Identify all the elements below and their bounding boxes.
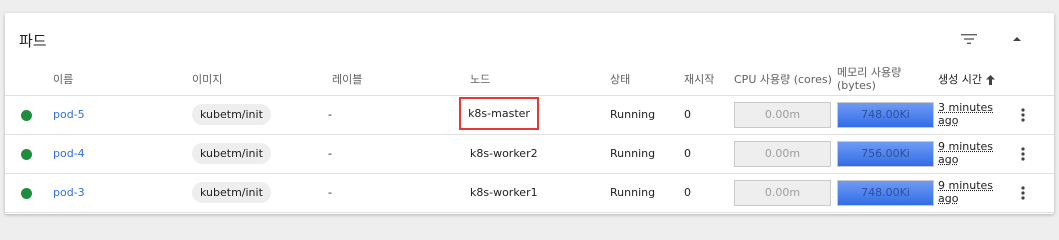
more-vert-icon[interactable]	[1015, 106, 1031, 124]
arrow-up-icon	[985, 74, 995, 85]
col-status: 상태	[610, 73, 631, 86]
col-memory-line2: (bytes)	[837, 79, 876, 92]
cpu-usage-bar: 0.00m	[734, 180, 831, 206]
col-node: 노드	[470, 73, 491, 86]
cpu-usage-bar: 0.00m	[734, 141, 831, 167]
more-vert-icon[interactable]	[1015, 145, 1031, 163]
memory-usage-bar: 748.00Ki	[837, 180, 934, 206]
status-value: Running	[610, 108, 656, 121]
labels-value: -	[328, 186, 332, 199]
pods-card: 파드 이름 이미지 레이블 노드 상태 재시작 CPU 사용량 (cores) …	[5, 13, 1054, 214]
status-value: Running	[610, 147, 656, 160]
age-line2: ago	[938, 192, 959, 205]
memory-usage-bar: 748.00Ki	[837, 102, 934, 128]
col-restarts: 재시작	[684, 73, 715, 86]
node-value: k8s-worker1	[470, 186, 538, 199]
image-chip: kubetm/init	[192, 182, 271, 203]
status-running-icon	[21, 188, 32, 199]
col-memory: 메모리 사용량 (bytes)	[837, 66, 901, 92]
restarts-value: 0	[684, 108, 691, 121]
status-running-icon	[21, 149, 32, 160]
col-memory-line1: 메모리 사용량	[837, 66, 902, 79]
status-running-icon	[21, 110, 32, 121]
col-name[interactable]: 이름	[53, 73, 73, 86]
age-line2: ago	[938, 153, 959, 166]
col-age[interactable]: 생성 시간	[938, 73, 995, 86]
card-title: 파드	[19, 32, 47, 50]
pod-name-link[interactable]: pod-3	[53, 186, 85, 199]
labels-value: -	[328, 108, 332, 121]
cpu-usage-bar: 0.00m	[734, 102, 831, 128]
image-chip: kubetm/init	[192, 104, 271, 125]
table-row[interactable]: pod-4 kubetm/init - k8s-worker2 Running …	[5, 135, 1054, 174]
status-value: Running	[610, 186, 656, 199]
col-labels: 레이블	[332, 73, 363, 86]
pod-name-link[interactable]: pod-5	[53, 108, 85, 121]
labels-value: -	[328, 147, 332, 160]
col-image: 이미지	[192, 73, 223, 86]
restarts-value: 0	[684, 186, 691, 199]
node-value: k8s-worker2	[470, 147, 538, 160]
age-line1: 9 minutes	[938, 140, 994, 153]
age-line1: 9 minutes	[938, 179, 994, 192]
age-line1: 3 minutes	[938, 101, 994, 114]
restarts-value: 0	[684, 147, 691, 160]
col-age-label: 생성 시간	[938, 73, 982, 86]
age-value: 9 minutes ago	[938, 179, 996, 205]
age-value: 3 minutes ago	[938, 101, 996, 127]
node-value-highlighted: k8s-master	[459, 97, 539, 130]
age-line2: ago	[938, 114, 959, 127]
chevron-up-icon[interactable]	[1005, 27, 1029, 51]
age-value: 9 minutes ago	[938, 140, 996, 166]
table-row[interactable]: pod-3 kubetm/init - k8s-worker1 Running …	[5, 174, 1054, 213]
more-vert-icon[interactable]	[1015, 184, 1031, 202]
table-row[interactable]: pod-5 kubetm/init - k8s-master Running 0…	[5, 96, 1054, 135]
filter-icon[interactable]	[957, 27, 981, 51]
image-chip: kubetm/init	[192, 143, 271, 164]
pod-name-link[interactable]: pod-4	[53, 147, 85, 160]
col-cpu: CPU 사용량 (cores)	[734, 73, 832, 86]
memory-usage-bar: 756.00Ki	[837, 141, 934, 167]
